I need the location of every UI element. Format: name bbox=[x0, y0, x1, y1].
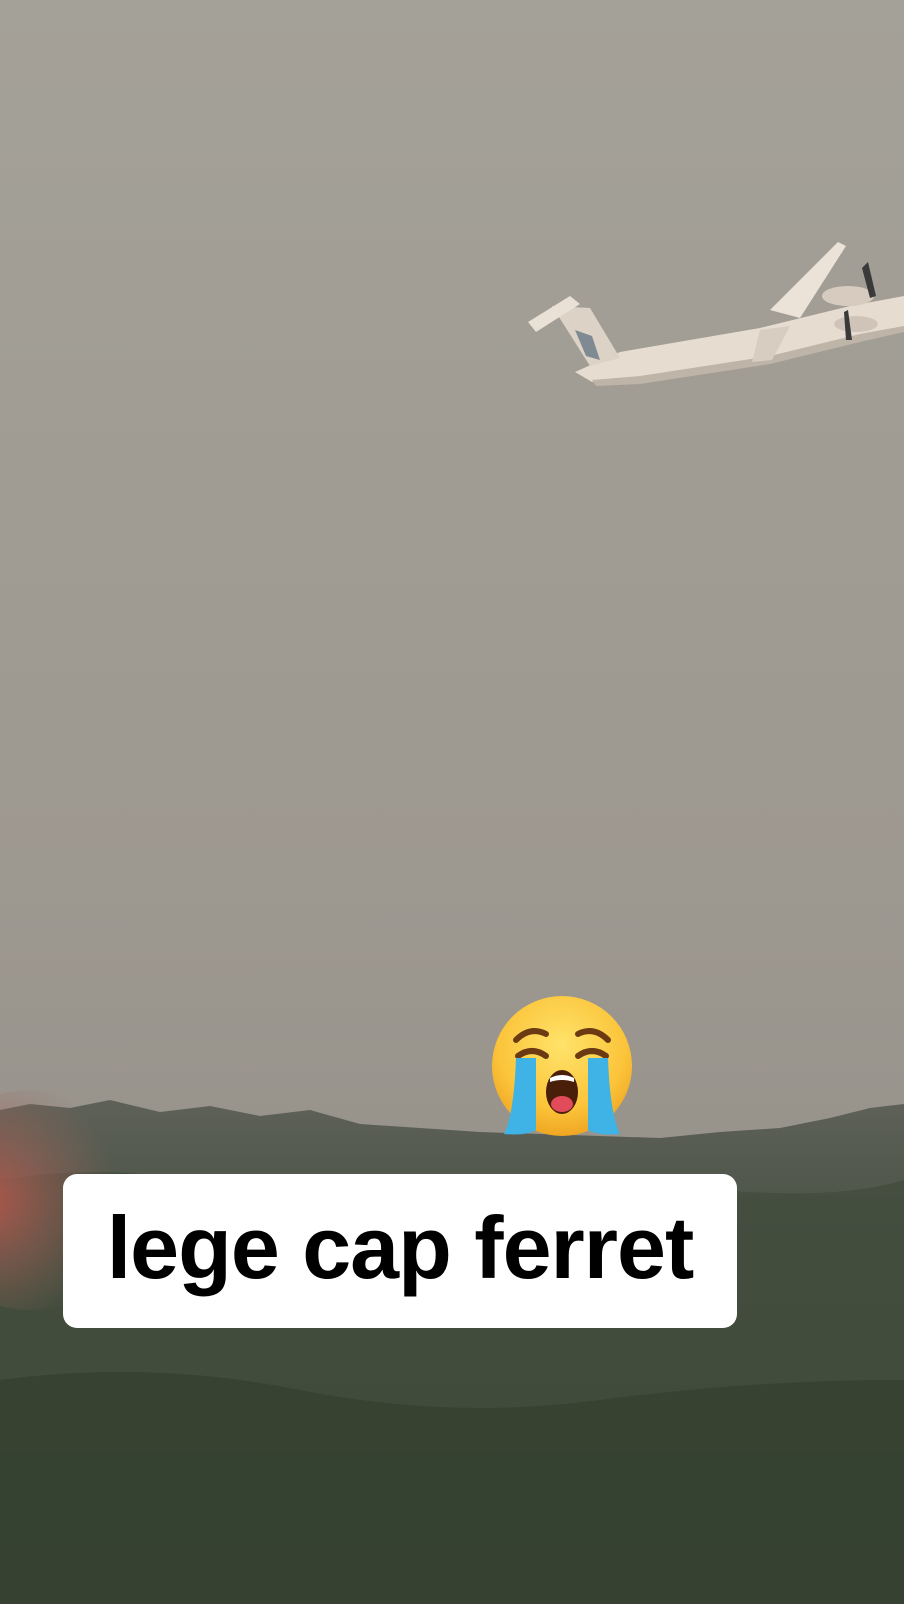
loudly-crying-face-emoji-icon bbox=[490, 994, 634, 1138]
caption-text: lege cap ferret bbox=[106, 1198, 695, 1297]
scene-image bbox=[0, 0, 904, 1604]
caption-box: lege cap ferret bbox=[63, 1174, 737, 1328]
video-frame[interactable]: lege cap ferret bbox=[0, 0, 904, 1604]
